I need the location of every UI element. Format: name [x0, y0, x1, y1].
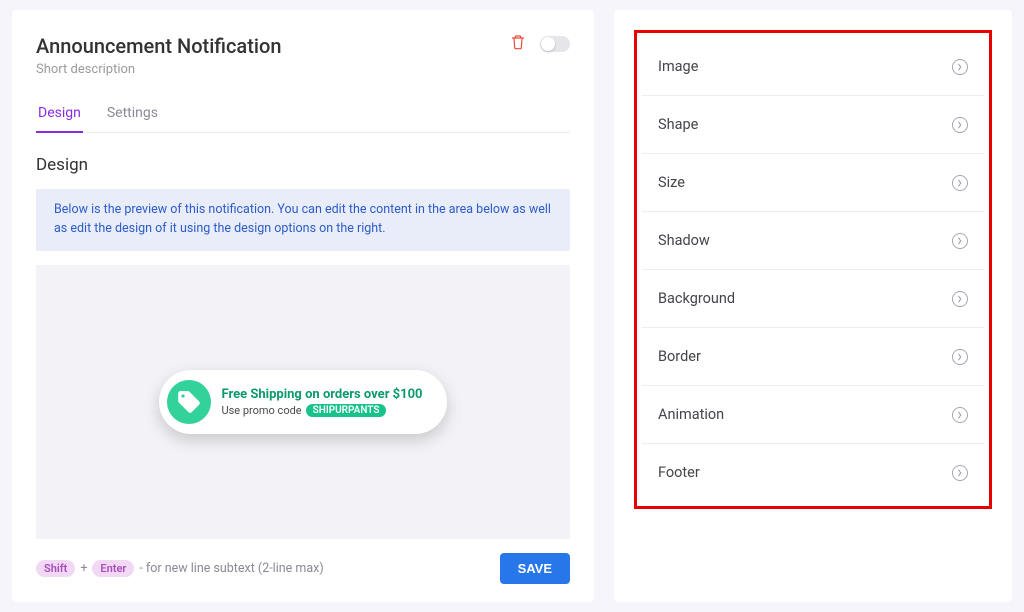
chevron-right-icon: [952, 233, 968, 249]
header-actions: [510, 34, 570, 54]
tabs: Design Settings: [36, 105, 570, 133]
chevron-right-icon: [952, 117, 968, 133]
subline-prefix: Use promo code: [221, 404, 301, 417]
header-row: Announcement Notification Short descript…: [36, 34, 570, 77]
notification-headline[interactable]: Free Shipping on orders over $100: [221, 387, 422, 402]
notification-preview[interactable]: Free Shipping on orders over $100 Use pr…: [159, 370, 446, 434]
option-footer[interactable]: Footer: [642, 444, 984, 501]
option-shadow[interactable]: Shadow: [642, 212, 984, 270]
option-size[interactable]: Size: [642, 154, 984, 212]
chevron-right-icon: [952, 175, 968, 191]
title-block: Announcement Notification Short descript…: [36, 34, 281, 77]
option-shape[interactable]: Shape: [642, 96, 984, 154]
option-image[interactable]: Image: [642, 38, 984, 96]
notification-subline[interactable]: Use promo code SHIPURPANTS: [221, 404, 422, 417]
option-label: Image: [658, 58, 698, 75]
tab-design[interactable]: Design: [36, 105, 83, 133]
bottom-row: Shift + Enter - for new line subtext (2-…: [36, 553, 570, 584]
option-border[interactable]: Border: [642, 328, 984, 386]
key-enter: Enter: [92, 560, 134, 577]
option-animation[interactable]: Animation: [642, 386, 984, 444]
page-subtitle: Short description: [36, 62, 281, 77]
option-label: Size: [658, 174, 685, 191]
options-list: Image Shape Size Shadow Background Borde…: [634, 30, 992, 509]
option-label: Shadow: [658, 232, 710, 249]
enable-toggle[interactable]: [540, 36, 570, 52]
trash-icon[interactable]: [510, 34, 526, 54]
tab-settings[interactable]: Settings: [105, 105, 160, 132]
tag-icon: [167, 380, 211, 424]
option-label: Border: [658, 348, 701, 365]
info-box: Below is the preview of this notificatio…: [36, 189, 570, 251]
save-button[interactable]: SAVE: [500, 553, 570, 584]
keyboard-hint: Shift + Enter - for new line subtext (2-…: [36, 560, 324, 577]
hint-text: - for new line subtext (2-line max): [139, 561, 323, 576]
editor-panel: Announcement Notification Short descript…: [12, 10, 594, 602]
plus-sign: +: [80, 561, 87, 576]
option-label: Animation: [658, 406, 724, 423]
chevron-right-icon: [952, 465, 968, 481]
option-label: Shape: [658, 116, 698, 133]
notification-text: Free Shipping on orders over $100 Use pr…: [221, 387, 422, 417]
page-title: Announcement Notification: [36, 34, 281, 58]
chevron-right-icon: [952, 291, 968, 307]
section-title: Design: [36, 155, 570, 175]
option-label: Background: [658, 290, 735, 307]
chevron-right-icon: [952, 349, 968, 365]
chevron-right-icon: [952, 59, 968, 75]
promo-code-chip: SHIPURPANTS: [306, 404, 387, 417]
preview-area[interactable]: Free Shipping on orders over $100 Use pr…: [36, 265, 570, 540]
option-label: Footer: [658, 464, 700, 481]
option-background[interactable]: Background: [642, 270, 984, 328]
design-options-panel: Image Shape Size Shadow Background Borde…: [614, 10, 1012, 602]
chevron-right-icon: [952, 407, 968, 423]
key-shift: Shift: [36, 560, 75, 577]
